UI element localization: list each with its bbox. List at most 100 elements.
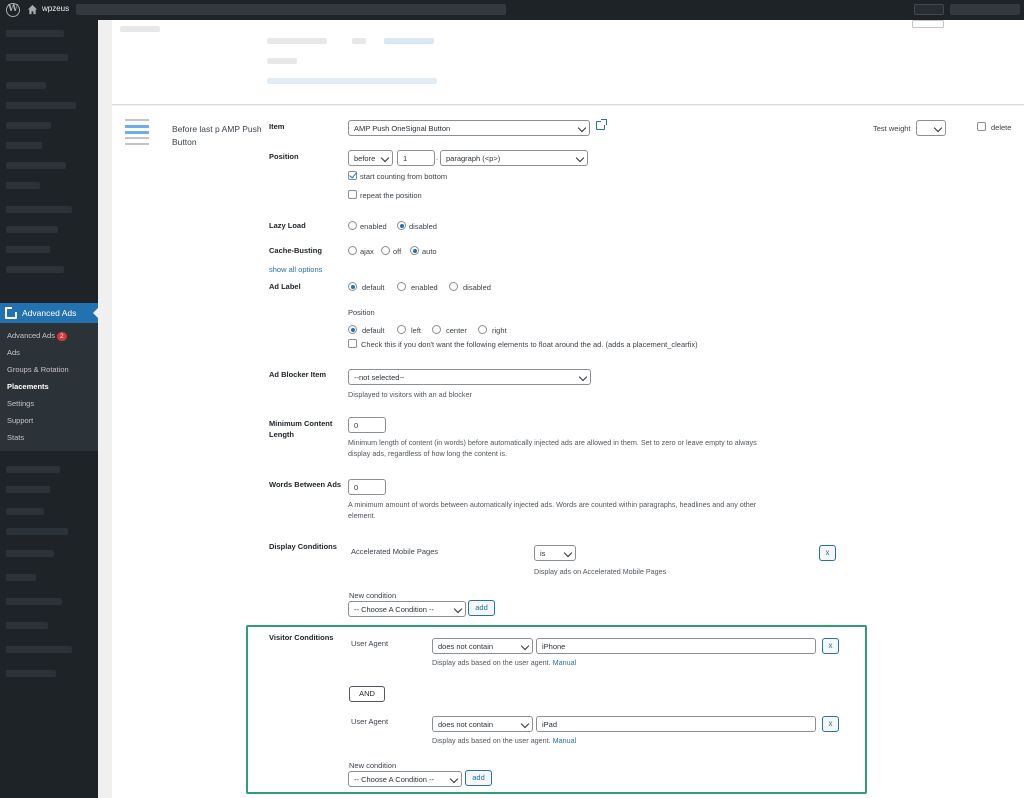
external-link-icon[interactable] xyxy=(596,119,607,130)
blurred-menu-item xyxy=(6,122,51,129)
ad-blocker-label: Ad Blocker Item xyxy=(269,370,327,379)
display-condition-description: Display ads on Accelerated Mobile Pages xyxy=(534,567,667,576)
position-where-select[interactable]: before xyxy=(348,150,393,166)
blurred-menu-item xyxy=(6,246,50,253)
select-value: is xyxy=(540,549,546,558)
label-position-left-radio[interactable] xyxy=(397,325,406,334)
admin-bar: W wpzeus xyxy=(0,0,1024,20)
test-weight-label: Test weight xyxy=(873,124,911,133)
chevron-down-icon xyxy=(380,153,390,163)
blurred-menu-item xyxy=(6,206,72,213)
display-condition-operator-select[interactable]: is xyxy=(534,545,576,561)
label-position-right-radio[interactable] xyxy=(478,325,487,334)
blurred-account xyxy=(950,4,1020,15)
ad-label-default-radio[interactable] xyxy=(348,282,357,291)
admin-sidebar: Advanced Ads Advanced Ads 2 Ads Groups & … xyxy=(0,20,98,798)
repeat-position-checkbox[interactable] xyxy=(348,190,357,199)
label-position-default-label: default xyxy=(362,326,385,335)
words-between-input[interactable]: 0 xyxy=(348,479,386,495)
position-separator: . xyxy=(436,153,439,162)
start-from-bottom-checkbox[interactable] xyxy=(348,171,357,180)
previous-placement-row xyxy=(112,20,1024,105)
sidebar-item-advanced-ads[interactable]: Advanced Ads xyxy=(0,303,98,323)
cache-busting-off-radio[interactable] xyxy=(381,246,390,255)
submenu-item-ads[interactable]: Ads xyxy=(7,348,20,357)
clearfix-checkbox[interactable] xyxy=(348,339,357,348)
display-condition-choose-select[interactable]: -- Choose A Condition -- xyxy=(348,601,466,617)
ad-label-disabled-label: disabled xyxy=(463,283,491,292)
ad-label-label: Ad Label xyxy=(269,282,301,291)
repeat-position-label: repeat the position xyxy=(360,191,422,200)
sidebar-submenu: Advanced Ads 2 Ads Groups & Rotation Plac… xyxy=(0,323,98,451)
cache-busting-ajax-label: ajax xyxy=(360,247,374,256)
blurred-menu-item xyxy=(6,30,64,37)
blurred-menu-item xyxy=(6,226,58,233)
current-menu-arrow-icon xyxy=(93,308,98,318)
chevron-down-icon xyxy=(578,372,588,382)
ad-label-enabled-radio[interactable] xyxy=(397,282,406,291)
min-content-description: Minimum length of content (in words) bef… xyxy=(348,438,757,458)
submenu-item-settings[interactable]: Settings xyxy=(7,399,34,408)
blurred-menu-item xyxy=(6,54,68,61)
chevron-down-icon xyxy=(563,548,573,558)
blurred-menu-item xyxy=(6,574,36,581)
blurred-menu-item xyxy=(6,142,42,149)
show-all-options-link[interactable]: show all options xyxy=(269,265,322,274)
blurred-link xyxy=(267,78,437,84)
wordpress-logo-icon[interactable]: W xyxy=(6,3,20,17)
submenu-item-support[interactable]: Support xyxy=(7,416,33,425)
lazy-load-enabled-radio[interactable] xyxy=(348,221,357,230)
select-value: -- Choose A Condition -- xyxy=(354,605,435,614)
delete-checkbox[interactable] xyxy=(977,122,986,131)
remove-display-condition-button[interactable]: x xyxy=(819,545,836,561)
blurred-menu-item xyxy=(6,486,50,493)
blurred-menu-item xyxy=(6,508,44,515)
submenu-item-advanced-ads[interactable]: Advanced Ads 2 xyxy=(7,331,67,341)
submenu-item-placements[interactable]: Placements xyxy=(7,382,49,391)
placement-type-icon xyxy=(125,119,149,147)
blurred-text xyxy=(267,38,327,44)
label-position-left-label: left xyxy=(411,326,422,335)
submenu-item-groups-rotation[interactable]: Groups & Rotation xyxy=(7,365,69,374)
chevron-down-icon xyxy=(575,153,585,163)
item-label: Item xyxy=(269,122,285,131)
cache-busting-label: Cache-Busting xyxy=(269,246,322,255)
lazy-load-disabled-radio[interactable] xyxy=(397,221,406,230)
advanced-ads-icon xyxy=(5,307,17,319)
chevron-down-icon xyxy=(577,123,587,133)
submenu-item-stats[interactable]: Stats xyxy=(7,433,24,442)
blurred-menu-item xyxy=(6,102,76,109)
blurred-menu-item xyxy=(6,444,66,451)
label-position-default-radio[interactable] xyxy=(348,325,357,334)
label-position-center-radio[interactable] xyxy=(432,325,441,334)
add-display-condition-button[interactable]: add xyxy=(468,600,495,616)
ad-label-disabled-radio[interactable] xyxy=(449,282,458,291)
position-index-input[interactable]: 1 xyxy=(397,150,435,166)
ad-blocker-select[interactable]: --not selected-- xyxy=(348,369,591,385)
home-icon[interactable] xyxy=(27,4,38,15)
position-element-select[interactable]: paragraph (<p>) xyxy=(440,150,588,166)
item-select[interactable]: AMP Push OneSignal Button xyxy=(348,120,590,136)
blurred-text xyxy=(267,58,297,64)
display-new-condition-label: New condition xyxy=(349,591,397,600)
chevron-down-icon xyxy=(933,123,943,133)
blurred-menu-item xyxy=(6,646,72,653)
blurred-search xyxy=(914,4,944,15)
placement-name[interactable]: Before last p AMP Push Button xyxy=(172,123,262,149)
lazy-load-enabled-label: enabled xyxy=(360,222,387,231)
cache-busting-ajax-radio[interactable] xyxy=(348,246,357,255)
ad-label-position-label: Position xyxy=(348,308,375,317)
site-name[interactable]: wpzeus xyxy=(42,4,69,13)
cache-busting-off-label: off xyxy=(393,247,402,256)
blurred-menu-item xyxy=(6,528,68,535)
min-content-input[interactable]: 0 xyxy=(348,417,386,433)
blurred-select xyxy=(912,20,944,28)
clearfix-label: Check this if you don't want the followi… xyxy=(361,340,698,349)
cache-busting-auto-radio[interactable] xyxy=(410,246,419,255)
update-count-badge: 2 xyxy=(56,332,67,341)
blurred-menu-item xyxy=(6,550,54,557)
visitor-conditions-highlight-box xyxy=(246,625,867,794)
test-weight-select[interactable] xyxy=(916,120,946,136)
words-between-label: Words Between Ads xyxy=(269,480,342,489)
item-select-value: AMP Push OneSignal Button xyxy=(354,124,451,133)
